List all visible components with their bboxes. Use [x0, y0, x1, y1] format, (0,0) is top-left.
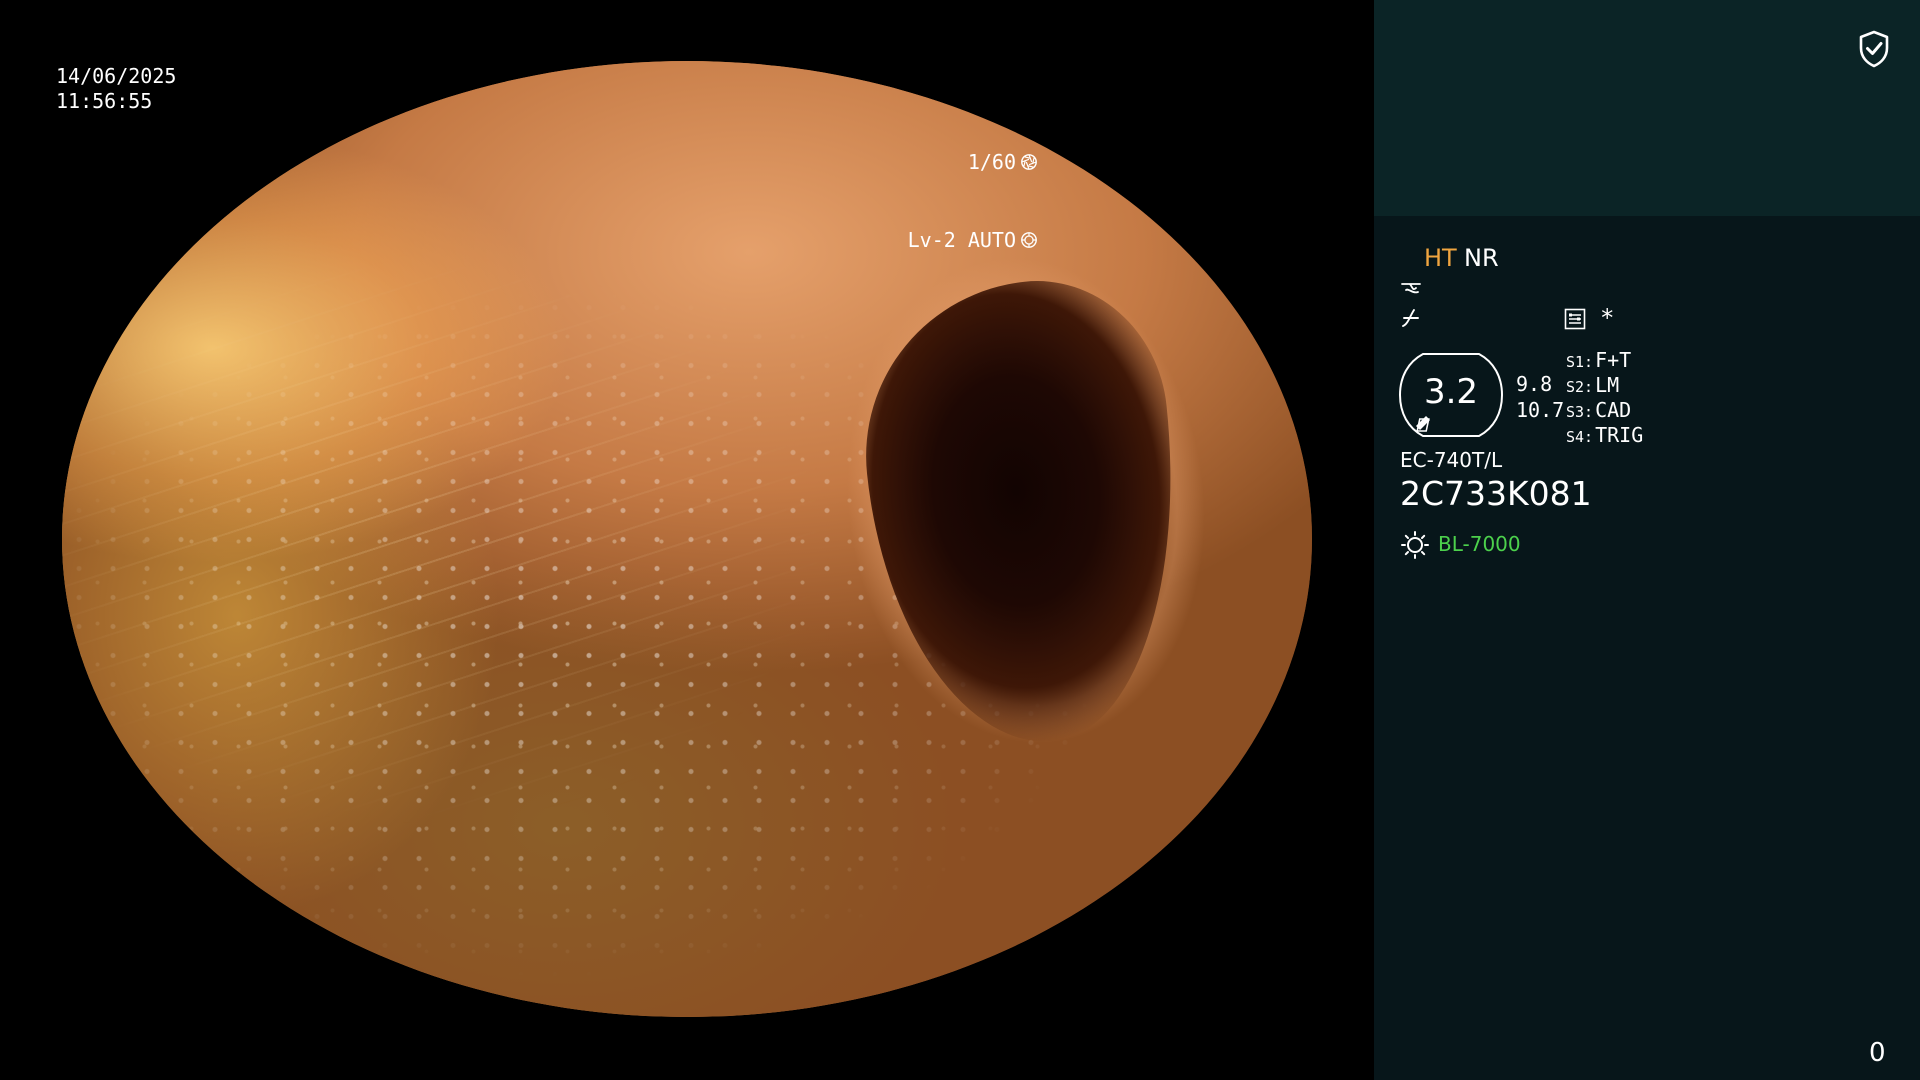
- star-indicator: *: [1600, 304, 1615, 332]
- switch-s2: S2: LM: [1566, 373, 1619, 397]
- shutter-icon: [1021, 154, 1037, 170]
- switch-value: LM: [1595, 373, 1620, 397]
- enhance-icon: [1402, 309, 1419, 327]
- date-text: 14/06/2025: [56, 64, 177, 88]
- endoscope-video-area: 14/06/2025 11:56:55 1/60 Lv-2 AUTO: [0, 0, 1373, 1080]
- datetime-overlay: 14/06/2025 11:56:55: [56, 64, 176, 114]
- switch-key: S3:: [1566, 403, 1594, 421]
- shutter-speed-text: 1/60: [967, 149, 1016, 174]
- info-panel-header: [1374, 0, 1920, 216]
- zoom-distance-b: 10.7: [1516, 398, 1565, 422]
- switch-value: TRIG: [1595, 423, 1644, 447]
- endoscopy-monitor: 14/06/2025 11:56:55 1/60 Lv-2 AUTO HT NR…: [0, 0, 1920, 1080]
- iris-mode-text: Lv-2 AUTO: [907, 227, 1016, 252]
- nr-mode-label: NR: [1464, 244, 1499, 272]
- switch-key: S2:: [1566, 378, 1594, 396]
- image-counter: 0: [1869, 1038, 1886, 1068]
- shield-check-icon: [1859, 30, 1889, 68]
- ht-mode-label: HT: [1424, 244, 1457, 272]
- endoscope-live-image: [62, 61, 1312, 1017]
- menu-icon: [1564, 308, 1586, 330]
- switch-value: CAD: [1595, 398, 1632, 422]
- zoom-distance-a: 9.8: [1516, 372, 1553, 396]
- iris-icon: [1021, 232, 1037, 248]
- scope-model: EC-740T/L: [1400, 448, 1503, 472]
- zoom-value: 3.2: [1423, 372, 1479, 412]
- shutter-row: 1/60: [908, 148, 1038, 176]
- switch-s1: S1: F+T: [1566, 348, 1631, 372]
- exposure-overlay: 1/60 Lv-2 AUTO: [908, 98, 1038, 304]
- time-text: 11:56:55: [56, 89, 153, 113]
- lamp-icon: [1401, 531, 1429, 559]
- scope-serial: 2C733K081: [1400, 474, 1592, 513]
- light-source-label: BL-7000: [1438, 532, 1521, 556]
- wave-icon: [1401, 283, 1421, 294]
- switch-value: F+T: [1595, 348, 1632, 372]
- switch-s3: S3: CAD: [1566, 398, 1631, 422]
- switch-key: S1:: [1566, 353, 1594, 371]
- info-panel: HT NR * 3.2 9.8 10.7 S1: F+T S2: LM S3: CAD…: [1374, 216, 1920, 1080]
- switch-s4: S4: TRIG: [1566, 423, 1643, 447]
- iris-row: Lv-2 AUTO: [908, 226, 1038, 254]
- switch-key: S4:: [1566, 428, 1594, 446]
